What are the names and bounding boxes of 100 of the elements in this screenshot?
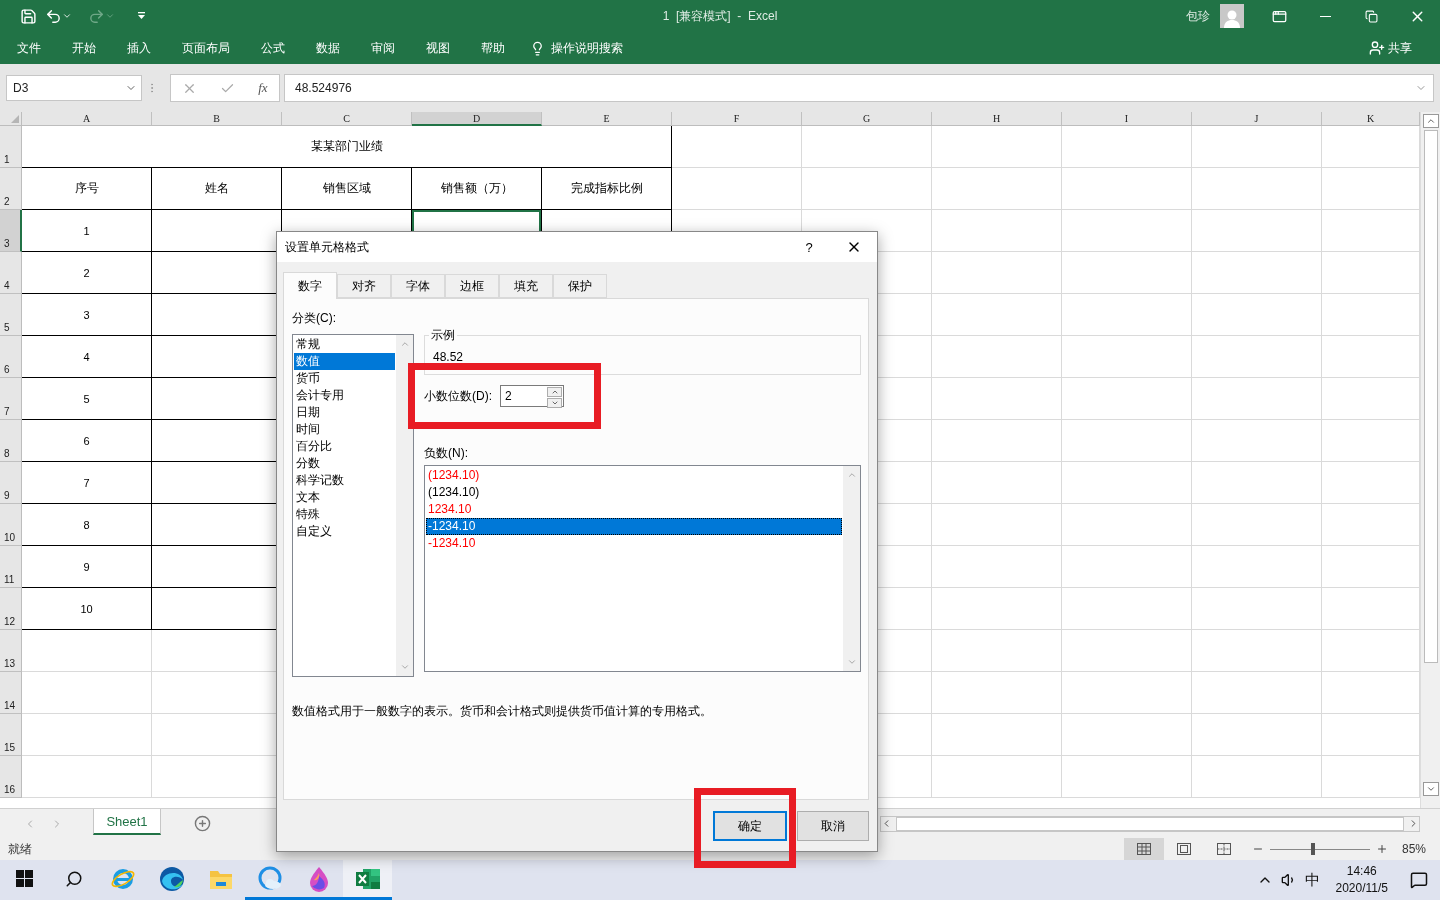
row-header[interactable]: 3	[0, 210, 22, 252]
table-cell: 4	[22, 336, 152, 378]
column-header[interactable]: I	[1062, 112, 1192, 126]
category-item[interactable]: 常规	[294, 336, 395, 353]
vertical-scrollbar[interactable]	[1420, 112, 1440, 808]
add-sheet-icon[interactable]	[194, 815, 211, 832]
name-box[interactable]: D3	[6, 75, 142, 101]
wave-circle-icon	[158, 865, 185, 892]
column-header[interactable]: D	[412, 112, 542, 126]
search-icon	[64, 869, 83, 888]
tell-me-search[interactable]: 操作说明搜索	[522, 34, 631, 62]
column-header[interactable]: H	[932, 112, 1062, 126]
ribbon-tab[interactable]: 开始	[58, 34, 110, 62]
column-header[interactable]: C	[282, 112, 412, 126]
row-header[interactable]: 10	[0, 504, 22, 546]
row-header[interactable]: 14	[0, 672, 22, 714]
ribbon-tab[interactable]: 视图	[412, 34, 464, 62]
row-header[interactable]: 15	[0, 714, 22, 756]
row-header[interactable]: 11	[0, 546, 22, 588]
ribbon-tab[interactable]: 数据	[302, 34, 354, 62]
clock[interactable]: 14:46 2020/11/5	[1327, 863, 1396, 897]
ribbon-tab[interactable]: 插入	[113, 34, 165, 62]
row-header[interactable]: 6	[0, 336, 22, 378]
category-item[interactable]: 时间	[294, 421, 395, 438]
table-cell: 8	[22, 504, 152, 546]
ribbon-tab[interactable]: 文件	[3, 34, 55, 62]
help-button[interactable]: ?	[787, 232, 831, 262]
input-method[interactable]: 中	[1304, 870, 1320, 890]
horizontal-scrollbar[interactable]	[880, 815, 1420, 832]
view-button[interactable]	[1124, 838, 1164, 860]
sample-label: 示例	[430, 327, 456, 344]
taskbar-app[interactable]	[343, 860, 392, 900]
number-format-item[interactable]: (1234.10)	[426, 484, 842, 501]
dialog-tab[interactable]: 字体	[391, 274, 445, 298]
category-item[interactable]: 科学记数	[294, 472, 395, 489]
save-icon[interactable]	[20, 7, 37, 25]
column-header[interactable]: J	[1192, 112, 1322, 126]
dialog-tab[interactable]: 填充	[499, 274, 553, 298]
row-header[interactable]: 12	[0, 588, 22, 630]
table-cell: 1	[22, 210, 152, 252]
category-item[interactable]: 文本	[294, 489, 395, 506]
row-header[interactable]: 4	[0, 252, 22, 294]
row-header[interactable]: 2	[0, 168, 22, 210]
ribbon-tab[interactable]: 帮助	[467, 34, 519, 62]
corner-triangle-icon	[11, 115, 19, 123]
category-list[interactable]: 常规 数值 货币 会计专用 日期 时间 百分比 分数 科学记数 文本 特殊 自定义	[292, 334, 414, 677]
dialog-tab[interactable]: 对齐	[337, 274, 391, 298]
negative-numbers-list[interactable]: (1234.10) (1234.10) 1234.10 -1234.10 -1234.10	[424, 465, 861, 672]
insert-function-button[interactable]: fx	[258, 80, 268, 96]
number-format-item[interactable]: -1234.10	[426, 535, 842, 552]
row-header[interactable]: 13	[0, 630, 22, 672]
customize-icon[interactable]	[137, 12, 146, 20]
undo-icon[interactable]	[45, 7, 62, 25]
category-item[interactable]: 百分比	[294, 438, 395, 455]
category-item[interactable]: 自定义	[294, 523, 395, 540]
category-item[interactable]: 日期	[294, 404, 395, 421]
notification-icon[interactable]	[1410, 871, 1428, 889]
row-header[interactable]: 9	[0, 462, 22, 504]
sheet-tab[interactable]: Sheet1	[93, 809, 161, 835]
row-header[interactable]: 1	[0, 126, 22, 168]
ribbon-tab[interactable]: 页面布局	[168, 34, 244, 62]
zoom-in-icon[interactable]	[1376, 843, 1388, 855]
number-format-item[interactable]: -1234.10	[426, 518, 842, 535]
column-header[interactable]: F	[672, 112, 802, 126]
ribbon-tab[interactable]: 审阅	[357, 34, 409, 62]
column-heading: 完成指标比例	[542, 168, 672, 210]
category-item[interactable]: 特殊	[294, 506, 395, 523]
row-header[interactable]: 7	[0, 378, 22, 420]
row-header[interactable]: 8	[0, 420, 22, 462]
column-header[interactable]: K	[1322, 112, 1420, 126]
row-header[interactable]: 5	[0, 294, 22, 336]
ok-button[interactable]: 确定	[713, 811, 787, 841]
column-header[interactable]: G	[802, 112, 932, 126]
cancel-button[interactable]: 取消	[797, 811, 869, 841]
row-header[interactable]: 16	[0, 756, 22, 798]
dialog-tab[interactable]: 数字	[283, 272, 337, 299]
number-format-item[interactable]: 1234.10	[426, 501, 842, 518]
dialog-tab[interactable]: 保护	[553, 274, 607, 298]
share-button[interactable]: 共享	[1363, 38, 1418, 58]
table-cell: 3	[22, 294, 152, 336]
column-header[interactable]: E	[542, 112, 672, 126]
restore-icon	[1364, 9, 1378, 23]
scroll-down-icon[interactable]	[1425, 784, 1436, 794]
column-header[interactable]: A	[22, 112, 152, 126]
format-description: 数值格式用于一般数字的表示。货币和会计格式则提供货币值计算的专用格式。	[292, 703, 713, 720]
formula-field[interactable]: 48.524976	[284, 74, 1434, 102]
windows-icon	[16, 870, 33, 887]
category-item[interactable]: 数值	[294, 353, 395, 370]
user-name: 包珍	[1186, 7, 1210, 25]
zoom-level[interactable]: 85%	[1402, 842, 1432, 856]
column-header[interactable]: B	[152, 112, 282, 126]
dialog-tab[interactable]: 边框	[445, 274, 499, 298]
ribbon-tab[interactable]: 公式	[247, 34, 299, 62]
page-break-view-icon	[1217, 843, 1231, 855]
category-item[interactable]: 分数	[294, 455, 395, 472]
scroll-up-icon[interactable]	[1425, 116, 1436, 126]
category-item[interactable]: 会计专用	[294, 387, 395, 404]
number-format-item[interactable]: (1234.10)	[426, 467, 842, 484]
caret-icon[interactable]	[62, 11, 72, 21]
category-item[interactable]: 货币	[294, 370, 395, 387]
